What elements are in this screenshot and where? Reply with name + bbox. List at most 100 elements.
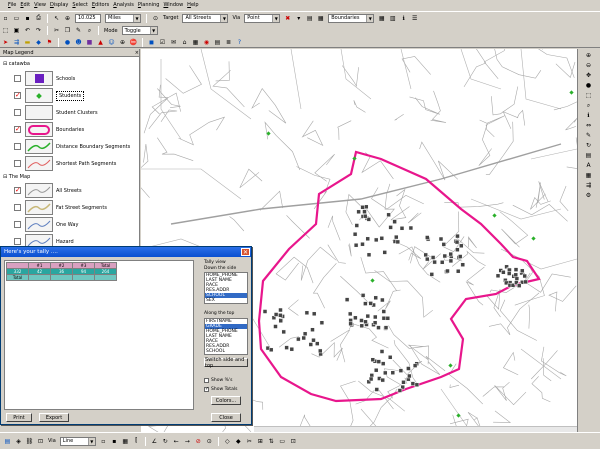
- draw-icon[interactable]: ✎: [584, 131, 593, 140]
- vertex-icon[interactable]: ◆: [234, 437, 243, 446]
- print-icon[interactable]: ⎙: [34, 14, 43, 23]
- help-icon[interactable]: ?: [235, 38, 244, 47]
- scale-input[interactable]: 10.025: [75, 13, 101, 23]
- save-icon[interactable]: ▪: [23, 14, 32, 23]
- checkbox[interactable]: [204, 378, 209, 383]
- stop-icon[interactable]: ⛔: [129, 38, 138, 47]
- checkbox[interactable]: [14, 204, 21, 211]
- people-icon[interactable]: ☻: [74, 38, 83, 47]
- save-icon[interactable]: ▪: [110, 437, 119, 446]
- angle-icon[interactable]: ∠: [150, 437, 159, 446]
- checkbox[interactable]: [14, 238, 21, 245]
- new-icon[interactable]: ▫: [1, 14, 10, 23]
- route-icon[interactable]: ⇶: [12, 38, 21, 47]
- layer-select[interactable]: Boundaries ▼: [328, 13, 375, 23]
- new-icon[interactable]: ▫: [99, 437, 108, 446]
- grid-icon[interactable]: ▦: [377, 14, 386, 23]
- export-button[interactable]: Export: [39, 413, 69, 422]
- select-tool-icon[interactable]: ⬚: [1, 26, 10, 35]
- arrow-right-icon[interactable]: →: [183, 437, 192, 446]
- legend-item-schools[interactable]: Schools: [14, 70, 136, 87]
- magnify-icon[interactable]: ⌕: [584, 101, 593, 110]
- legend-item-fat-street-segments[interactable]: Fat Street Segments: [14, 199, 136, 216]
- table-view-icon[interactable]: ▤: [213, 38, 222, 47]
- align-icon[interactable]: ⫿: [132, 437, 141, 446]
- print-button[interactable]: Print: [6, 413, 32, 422]
- menu-edit[interactable]: Edit: [20, 2, 30, 8]
- open-icon[interactable]: ▭: [12, 14, 21, 23]
- node-tool-icon[interactable]: ◇: [223, 437, 232, 446]
- down-side-list[interactable]: HOME_PHONE LAST NAME RACE RES.ADDR SCHOO…: [204, 272, 248, 304]
- bus-stop-icon[interactable]: ◉: [202, 38, 211, 47]
- split-icon[interactable]: ✂: [245, 437, 254, 446]
- user-icon[interactable]: ☺: [107, 38, 116, 47]
- menu-window[interactable]: Window: [163, 2, 183, 8]
- menu-display[interactable]: Display: [50, 2, 68, 8]
- pan-icon[interactable]: ✥: [584, 71, 593, 80]
- layers-icon[interactable]: ▤: [305, 14, 314, 23]
- show-totals-checkbox[interactable]: ✓ Show Totals: [204, 387, 237, 392]
- select-icon[interactable]: ⬚: [584, 91, 593, 100]
- checkbox[interactable]: [14, 221, 21, 228]
- rotate-icon[interactable]: ↻: [161, 437, 170, 446]
- check-icon[interactable]: ☑: [158, 38, 167, 47]
- target-icon[interactable]: ⊙: [205, 437, 214, 446]
- grid-icon[interactable]: ▦: [584, 171, 593, 180]
- redo-icon[interactable]: ↷: [34, 26, 43, 35]
- copy-icon[interactable]: ❐: [63, 26, 72, 35]
- grid-icon[interactable]: ▦: [121, 437, 130, 446]
- flip-icon[interactable]: ⇅: [267, 437, 276, 446]
- find-icon[interactable]: ⌕: [85, 26, 94, 35]
- menu-planning[interactable]: Planning: [138, 2, 160, 8]
- zoom-icon[interactable]: ⊕: [118, 38, 127, 47]
- menu-file[interactable]: File: [8, 2, 16, 8]
- via-line-select[interactable]: Line ▼: [59, 436, 96, 446]
- zoom-out-icon[interactable]: ⊖: [584, 61, 593, 70]
- menu-select[interactable]: Select: [72, 2, 87, 8]
- arrow-icon[interactable]: ➤: [1, 38, 10, 47]
- hazard-icon[interactable]: ▲: [96, 38, 105, 47]
- target-select[interactable]: All Streets ▼: [182, 13, 229, 23]
- arrow-left-icon[interactable]: ←: [172, 437, 181, 446]
- school-icon[interactable]: ■: [85, 38, 94, 47]
- menu-help[interactable]: Help: [187, 2, 198, 8]
- legend-item-student-clusters[interactable]: Student Clusters: [14, 104, 136, 121]
- node-icon[interactable]: ◈: [14, 437, 23, 446]
- legend-item-students[interactable]: ✓ Students: [14, 87, 136, 104]
- list-item[interactable]: SEX: [205, 298, 247, 303]
- checkbox[interactable]: [14, 143, 21, 150]
- mail-icon[interactable]: ✉: [169, 38, 178, 47]
- bus-icon[interactable]: ▬: [23, 38, 32, 47]
- refresh-icon[interactable]: ↻: [584, 141, 593, 150]
- edit-icon[interactable]: ✎: [74, 26, 83, 35]
- units-select[interactable]: Miles ▼: [105, 13, 141, 23]
- layer-icon[interactable]: ▤: [3, 437, 12, 446]
- along-top-list[interactable]: FIRSTNAME GRADE HOME_PHONE LAST NAME RAC…: [204, 318, 248, 355]
- chart-icon[interactable]: ▥: [388, 14, 397, 23]
- switch-side-top-button[interactable]: Switch side and top: [204, 357, 248, 369]
- settings-icon[interactable]: ⚙: [584, 191, 593, 200]
- car-icon[interactable]: ◆: [34, 38, 43, 47]
- legend-item-shortest-path-segments[interactable]: Shortest Path Segments: [14, 155, 136, 172]
- zoom-in-icon[interactable]: ⊕: [584, 51, 593, 60]
- link-icon[interactable]: ⛓: [25, 437, 34, 446]
- zoom-in-icon[interactable]: ⊕: [63, 14, 72, 23]
- lock-icon[interactable]: ⊡: [289, 437, 298, 446]
- globe-icon[interactable]: ●: [63, 38, 72, 47]
- flag-icon[interactable]: ⚑: [45, 38, 54, 47]
- collapse-icon[interactable]: ⊟: [3, 61, 7, 67]
- merge-icon[interactable]: ⊞: [256, 437, 265, 446]
- collapse-icon[interactable]: ⊟: [3, 174, 7, 180]
- identify-icon[interactable]: ℹ: [584, 111, 593, 120]
- checkbox[interactable]: ✓: [14, 92, 21, 99]
- info-icon[interactable]: ℹ: [399, 14, 408, 23]
- close-icon[interactable]: ✕: [241, 248, 250, 256]
- table-icon[interactable]: ▦: [316, 14, 325, 23]
- checkbox[interactable]: [14, 75, 21, 82]
- dialog-title-bar[interactable]: Here's your tally .... ✕: [1, 247, 251, 257]
- pointer-icon[interactable]: ↖: [52, 14, 61, 23]
- checkbox[interactable]: [14, 160, 21, 167]
- legend-group-catawba[interactable]: ⊟ catawba: [3, 61, 30, 67]
- window-icon[interactable]: ▭: [278, 437, 287, 446]
- stop-icon[interactable]: ⊘: [194, 437, 203, 446]
